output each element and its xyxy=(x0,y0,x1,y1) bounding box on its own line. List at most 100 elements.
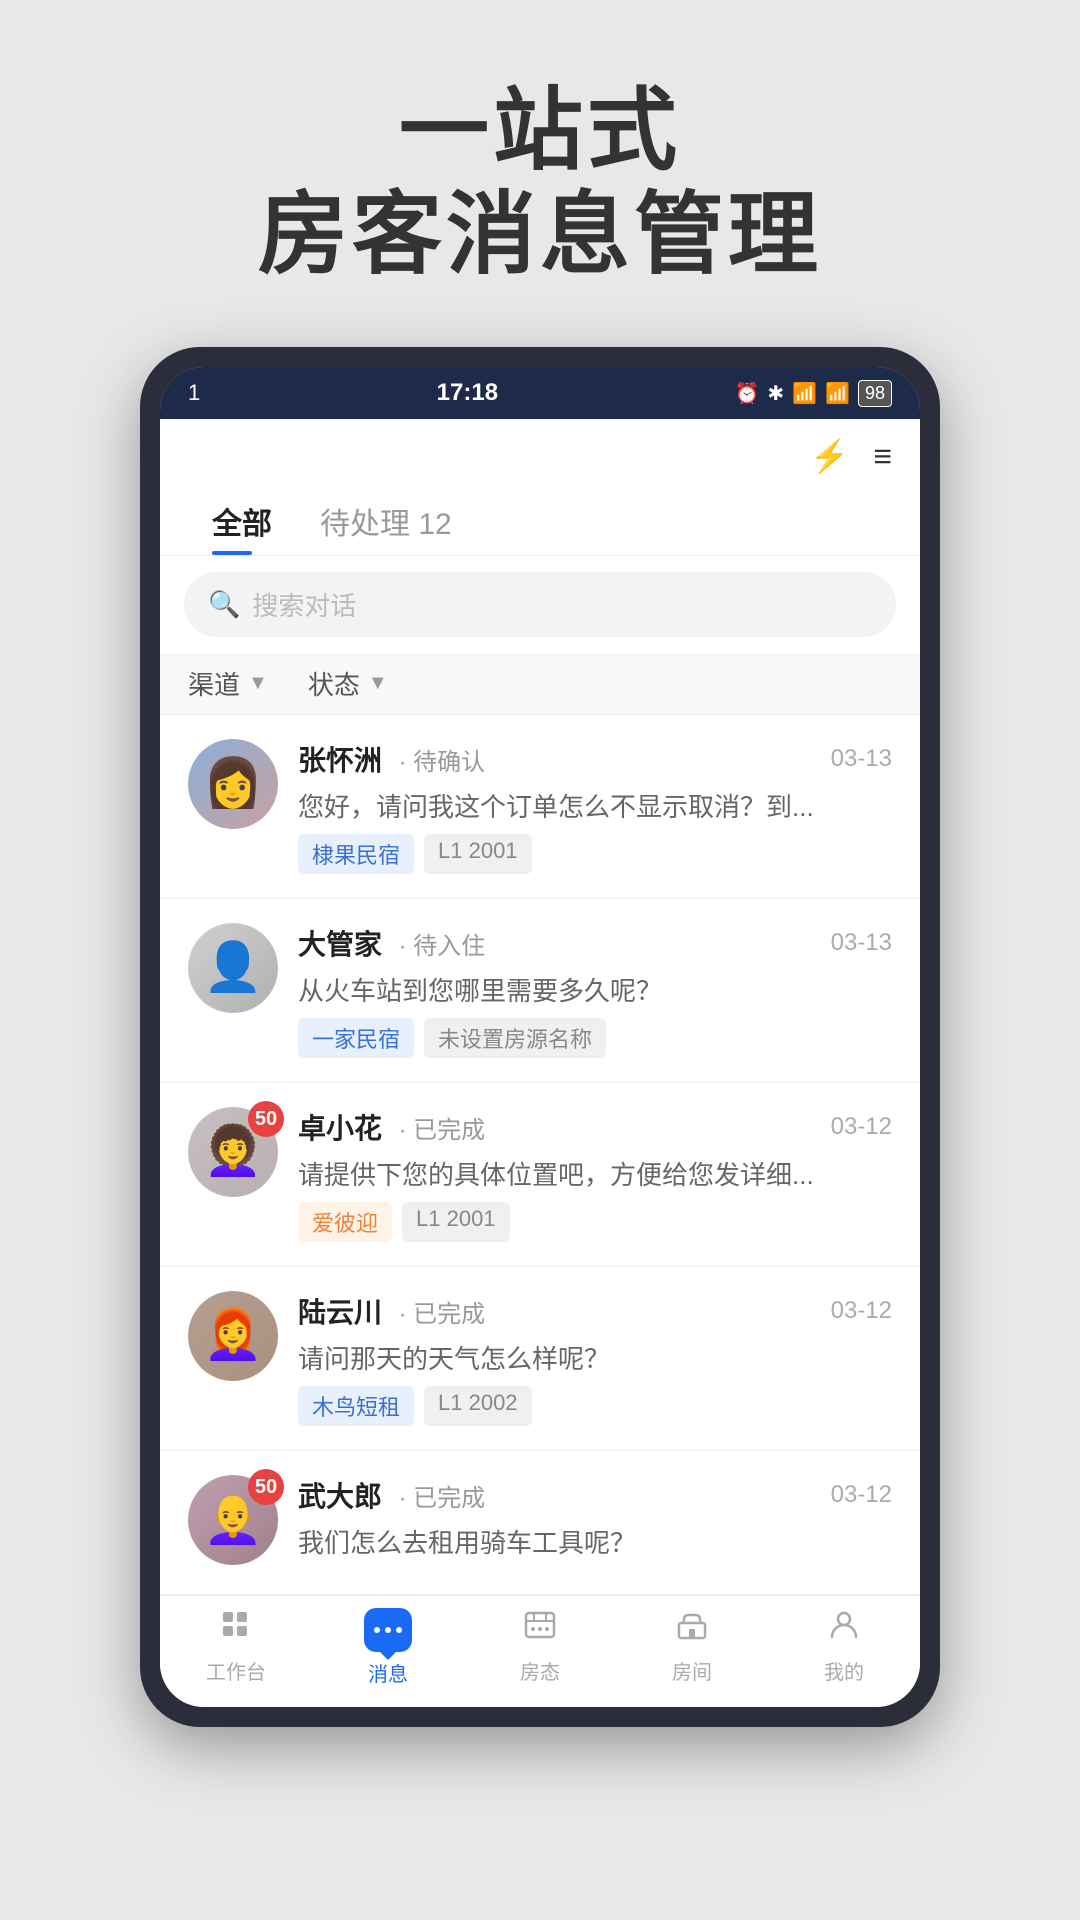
message-body: 陆云川 · 已完成 03-12 请问那天的天气怎么样呢？ 木鸟短租L1 2002 xyxy=(298,1291,892,1426)
tab-all[interactable]: 全部 xyxy=(188,485,296,555)
profile-label: 我的 xyxy=(824,1656,864,1685)
message-status: · 已完成 xyxy=(398,1301,485,1328)
message-name: 大管家 xyxy=(298,929,382,960)
message-status: · 已完成 xyxy=(398,1485,485,1512)
room-label: 房间 xyxy=(672,1656,712,1685)
bluetooth-icon: ✱ xyxy=(767,381,784,406)
message-item-5[interactable]: 👩‍🦲 50 武大郎 · 已完成 03-12 我们怎么去租用骑车工具呢？ xyxy=(160,1451,920,1595)
page-title-area: 一站式 房客消息管理 xyxy=(0,0,1080,347)
search-box[interactable]: 🔍 搜索对话 xyxy=(184,572,896,637)
message-top: 大管家 · 待入住 03-13 xyxy=(298,923,892,963)
avatar-wrap: 👩‍🦲 50 xyxy=(188,1475,278,1565)
tag-0: 棣果民宿 xyxy=(298,834,414,874)
message-name: 卓小花 xyxy=(298,1113,382,1144)
tag-1: L1 2001 xyxy=(402,1202,510,1242)
message-item-3[interactable]: 👩‍🦱 50 卓小花 · 已完成 03-12 请提供下您的具体位置吧，方便给您发… xyxy=(160,1083,920,1267)
message-name-status: 张怀洲 · 待确认 xyxy=(298,739,485,779)
message-tags: 木鸟短租L1 2002 xyxy=(298,1386,892,1426)
message-preview: 请问那天的天气怎么样呢？ xyxy=(298,1339,892,1376)
message-name: 张怀洲 xyxy=(298,745,382,776)
message-date: 03-12 xyxy=(831,1481,892,1509)
tag-1: L1 2001 xyxy=(424,834,532,874)
message-body: 张怀洲 · 待确认 03-13 您好，请问我这个订单怎么不显示取消？到... 棣… xyxy=(298,739,892,874)
status-bar: 1 17:18 ⏰ ✱ 📶 📶 98 xyxy=(160,367,920,419)
message-date: 03-12 xyxy=(831,1113,892,1141)
channel-filter-arrow: ▼ xyxy=(248,672,268,695)
tag-0: 一家民宿 xyxy=(298,1018,414,1058)
bottom-nav: 工作台 消息 xyxy=(160,1595,920,1707)
tag-1: L1 2002 xyxy=(424,1386,532,1426)
avatar-face: 👩‍🦲 xyxy=(203,1496,263,1544)
status-left: 1 xyxy=(188,380,200,406)
search-area: 🔍 搜索对话 xyxy=(160,556,920,653)
status-right: ⏰ ✱ 📶 📶 98 xyxy=(734,380,892,407)
status-filter-arrow: ▼ xyxy=(368,672,388,695)
room-status-icon xyxy=(524,1608,556,1650)
message-list: 👩 张怀洲 · 待确认 03-13 您好，请问我这个订单怎么不显示取消？到...… xyxy=(160,715,920,1595)
message-tags: 棣果民宿L1 2001 xyxy=(298,834,892,874)
message-tags: 爱彼迎L1 2001 xyxy=(298,1202,892,1242)
lightning-button[interactable]: ⚡ xyxy=(809,437,849,475)
message-name-status: 武大郎 · 已完成 xyxy=(298,1475,485,1515)
message-body: 武大郎 · 已完成 03-12 我们怎么去租用骑车工具呢？ xyxy=(298,1475,892,1570)
message-name-status: 卓小花 · 已完成 xyxy=(298,1107,485,1147)
search-placeholder: 搜索对话 xyxy=(252,586,356,623)
battery-indicator: 98 xyxy=(858,380,892,407)
filter-row: 渠道 ▼ 状态 ▼ xyxy=(160,653,920,715)
message-name-status: 陆云川 · 已完成 xyxy=(298,1291,485,1331)
status-time: 17:18 xyxy=(437,379,498,407)
nav-room[interactable]: 房间 xyxy=(642,1608,742,1687)
avatar-face: 👩 xyxy=(203,760,263,808)
message-tags: 一家民宿未设置房源名称 xyxy=(298,1018,892,1058)
avatar: 👤 xyxy=(188,923,278,1013)
avatar: 👩 xyxy=(188,739,278,829)
avatar-wrap: 👩‍🦰 xyxy=(188,1291,278,1381)
tabs-row: 全部 待处理 12 xyxy=(160,485,920,556)
nav-workbench[interactable]: 工作台 xyxy=(186,1608,286,1687)
unread-badge: 50 xyxy=(248,1101,284,1137)
status-filter[interactable]: 状态 ▼ xyxy=(308,665,388,702)
app-content: ⚡ ≡ 全部 待处理 12 🔍 搜索对话 xyxy=(160,419,920,1707)
message-top: 陆云川 · 已完成 03-12 xyxy=(298,1291,892,1331)
message-item-1[interactable]: 👩 张怀洲 · 待确认 03-13 您好，请问我这个订单怎么不显示取消？到...… xyxy=(160,715,920,899)
avatar-wrap: 👤 xyxy=(188,923,278,1013)
message-name: 武大郎 xyxy=(298,1481,382,1512)
message-body: 卓小花 · 已完成 03-12 请提供下您的具体位置吧，方便给您发详细... 爱… xyxy=(298,1107,892,1242)
workbench-icon xyxy=(220,1608,252,1650)
room-status-label: 房态 xyxy=(520,1656,560,1685)
avatar-wrap: 👩 xyxy=(188,739,278,829)
nav-messages[interactable]: 消息 xyxy=(338,1608,438,1687)
message-top: 武大郎 · 已完成 03-12 xyxy=(298,1475,892,1515)
avatar-face: 👩‍🦰 xyxy=(203,1312,263,1360)
messages-icon xyxy=(364,1608,412,1652)
unread-badge: 50 xyxy=(248,1469,284,1505)
messages-label: 消息 xyxy=(368,1658,408,1687)
nav-profile[interactable]: 我的 xyxy=(794,1608,894,1687)
phone-mockup: 1 17:18 ⏰ ✱ 📶 📶 98 ⚡ ≡ 全部 xyxy=(140,347,940,1727)
message-preview: 我们怎么去租用骑车工具呢？ xyxy=(298,1523,892,1560)
tag-1: 未设置房源名称 xyxy=(424,1018,606,1058)
workbench-label: 工作台 xyxy=(206,1656,266,1685)
nav-room-status[interactable]: 房态 xyxy=(490,1608,590,1687)
avatar-face: 👤 xyxy=(203,944,263,992)
message-name: 陆云川 xyxy=(298,1297,382,1328)
app-header: ⚡ ≡ xyxy=(160,419,920,485)
headline-line2: 房客消息管理 xyxy=(258,185,822,285)
channel-filter[interactable]: 渠道 ▼ xyxy=(188,665,268,702)
message-item-4[interactable]: 👩‍🦰 陆云川 · 已完成 03-12 请问那天的天气怎么样呢？ 木鸟短租L1 … xyxy=(160,1267,920,1451)
message-top: 卓小花 · 已完成 03-12 xyxy=(298,1107,892,1147)
profile-icon xyxy=(828,1608,860,1650)
message-top: 张怀洲 · 待确认 03-13 xyxy=(298,739,892,779)
wifi-icon: 📶 xyxy=(792,381,817,406)
phone-screen: 1 17:18 ⏰ ✱ 📶 📶 98 ⚡ ≡ 全部 xyxy=(160,367,920,1707)
message-status: · 待入住 xyxy=(398,933,485,960)
message-date: 03-13 xyxy=(831,745,892,773)
search-icon: 🔍 xyxy=(208,589,240,620)
message-item-2[interactable]: 👤 大管家 · 待入住 03-13 从火车站到您哪里需要多久呢？ 一家民宿未设置… xyxy=(160,899,920,1083)
message-preview: 请提供下您的具体位置吧，方便给您发详细... xyxy=(298,1155,892,1192)
page-main-title: 一站式 房客消息管理 xyxy=(40,80,1040,287)
message-status: · 待确认 xyxy=(398,749,485,776)
menu-button[interactable]: ≡ xyxy=(873,438,892,475)
avatar: 👩‍🦰 xyxy=(188,1291,278,1381)
tab-pending[interactable]: 待处理 12 xyxy=(296,485,476,555)
